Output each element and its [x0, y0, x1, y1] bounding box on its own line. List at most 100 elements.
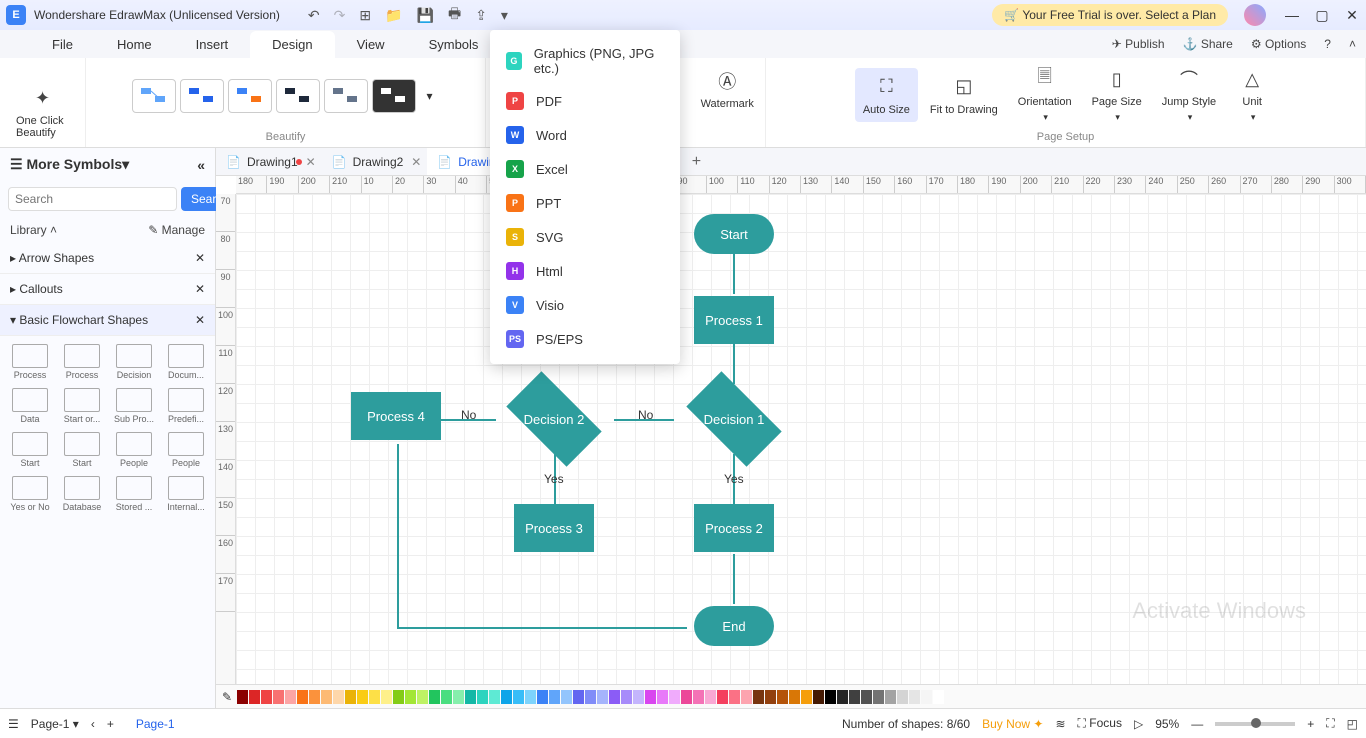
color-swatch[interactable]	[681, 690, 692, 704]
help-icon[interactable]: ?	[1324, 37, 1331, 51]
color-swatch[interactable]	[729, 690, 740, 704]
color-swatch[interactable]	[753, 690, 764, 704]
color-swatch[interactable]	[297, 690, 308, 704]
shape-process3[interactable]: Process 3	[514, 504, 594, 552]
shape-stencil[interactable]: Docum...	[162, 342, 210, 382]
export-option[interactable]: XExcel	[490, 152, 680, 186]
print-icon[interactable]: 🖶	[448, 3, 461, 27]
collapse-panel-icon[interactable]: «	[197, 157, 205, 173]
add-tab-button[interactable]: +	[682, 153, 711, 171]
shape-decision1[interactable]: Decision 1	[674, 384, 794, 454]
orientation-button[interactable]: 🗏Orientation▾	[1010, 60, 1080, 129]
zoom-in-icon[interactable]: +	[1307, 717, 1314, 731]
export-option[interactable]: VVisio	[490, 288, 680, 322]
watermark-button[interactable]: ⒶWatermark	[697, 62, 757, 116]
shape-stencil[interactable]: Process	[6, 342, 54, 382]
color-swatch[interactable]	[525, 690, 536, 704]
menu-home[interactable]: Home	[95, 31, 174, 58]
color-swatch[interactable]	[465, 690, 476, 704]
symbol-search-input[interactable]	[8, 187, 177, 211]
export-option[interactable]: PSPS/EPS	[490, 322, 680, 356]
color-swatch[interactable]	[813, 690, 824, 704]
menu-symbols[interactable]: Symbols	[407, 31, 501, 58]
shape-stencil[interactable]: Start or...	[58, 386, 106, 426]
color-swatch[interactable]	[633, 690, 644, 704]
color-swatch[interactable]	[309, 690, 320, 704]
shape-stencil[interactable]: Data	[6, 386, 54, 426]
color-swatch[interactable]	[549, 690, 560, 704]
color-swatch[interactable]	[333, 690, 344, 704]
color-swatch[interactable]	[789, 690, 800, 704]
shape-stencil[interactable]: Predefi...	[162, 386, 210, 426]
one-click-beautify-button[interactable]: ✦ One Click Beautify	[8, 79, 77, 145]
shape-start[interactable]: Start	[694, 214, 774, 254]
eyedropper-icon[interactable]: ✎	[222, 690, 232, 704]
library-dropdown[interactable]: Library ˄	[10, 223, 57, 237]
color-swatch[interactable]	[477, 690, 488, 704]
theme-6[interactable]	[372, 79, 416, 113]
color-swatch[interactable]	[585, 690, 596, 704]
zoom-out-icon[interactable]: —	[1191, 717, 1203, 731]
color-swatch[interactable]	[393, 690, 404, 704]
trial-badge[interactable]: 🛒 Your Free Trial is over. Select a Plan	[992, 4, 1228, 26]
shape-stencil[interactable]: Decision	[110, 342, 158, 382]
color-swatch[interactable]	[669, 690, 680, 704]
new-icon[interactable]: ⊞	[359, 7, 371, 24]
color-swatch[interactable]	[825, 690, 836, 704]
menu-design[interactable]: Design	[250, 31, 334, 58]
share-button[interactable]: ⚓ Share	[1183, 37, 1233, 51]
page-tab[interactable]: Page-1	[126, 713, 185, 735]
color-swatch[interactable]	[561, 690, 572, 704]
color-swatch[interactable]	[909, 690, 920, 704]
connector[interactable]	[733, 254, 735, 294]
color-swatch[interactable]	[237, 690, 248, 704]
shape-stencil[interactable]: Sub Pro...	[110, 386, 158, 426]
color-swatch[interactable]	[645, 690, 656, 704]
color-swatch[interactable]	[777, 690, 788, 704]
color-swatch[interactable]	[801, 690, 812, 704]
options-button[interactable]: ⚙ Options	[1251, 37, 1306, 51]
shape-stencil[interactable]: People	[162, 430, 210, 470]
color-swatch[interactable]	[609, 690, 620, 704]
color-swatch[interactable]	[657, 690, 668, 704]
export-option[interactable]: PPPT	[490, 186, 680, 220]
theme-1[interactable]	[132, 79, 176, 113]
shape-process4[interactable]: Process 4	[351, 392, 441, 440]
redo-icon[interactable]: ↷	[334, 7, 346, 24]
connector[interactable]	[733, 344, 735, 384]
unit-button[interactable]: △Unit▾	[1228, 60, 1276, 129]
color-swatch[interactable]	[837, 690, 848, 704]
page-selector[interactable]: Page-1 ▾	[31, 717, 79, 731]
export-option[interactable]: HHtml	[490, 254, 680, 288]
shape-stencil[interactable]: Stored ...	[110, 474, 158, 514]
close-tab-icon[interactable]: ✕	[306, 155, 316, 169]
color-swatch[interactable]	[933, 690, 944, 704]
theme-4[interactable]	[276, 79, 320, 113]
open-icon[interactable]: 📁	[385, 7, 402, 24]
zoom-slider[interactable]	[1215, 722, 1295, 726]
shape-process2[interactable]: Process 2	[694, 504, 774, 552]
color-swatch[interactable]	[573, 690, 584, 704]
color-swatch[interactable]	[849, 690, 860, 704]
color-swatch[interactable]	[285, 690, 296, 704]
color-swatch[interactable]	[273, 690, 284, 704]
color-swatch[interactable]	[621, 690, 632, 704]
color-swatch[interactable]	[597, 690, 608, 704]
remove-cat-icon[interactable]: ✕	[195, 313, 205, 327]
category-basic-flowchart[interactable]: ▾ Basic Flowchart Shapes✕	[0, 305, 215, 336]
more-symbols-header[interactable]: ☰ More Symbols▾	[10, 156, 129, 173]
maximize-icon[interactable]: ▢	[1314, 7, 1330, 24]
color-swatch[interactable]	[513, 690, 524, 704]
menu-insert[interactable]: Insert	[174, 31, 251, 58]
theme-gallery[interactable]: ▾	[132, 62, 438, 129]
export-option[interactable]: GGraphics (PNG, JPG etc.)	[490, 38, 680, 84]
document-tab[interactable]: 📄Drawing1✕	[216, 148, 322, 175]
jump-style-button[interactable]: ⌒Jump Style▾	[1154, 60, 1224, 129]
publish-button[interactable]: ✈ Publish	[1112, 37, 1165, 51]
color-swatch[interactable]	[705, 690, 716, 704]
focus-mode-button[interactable]: ⛶ Focus	[1078, 716, 1122, 731]
shape-stencil[interactable]: Start	[58, 430, 106, 470]
color-swatch[interactable]	[921, 690, 932, 704]
fit-page-icon[interactable]: ⛶	[1326, 716, 1334, 731]
color-swatch[interactable]	[489, 690, 500, 704]
